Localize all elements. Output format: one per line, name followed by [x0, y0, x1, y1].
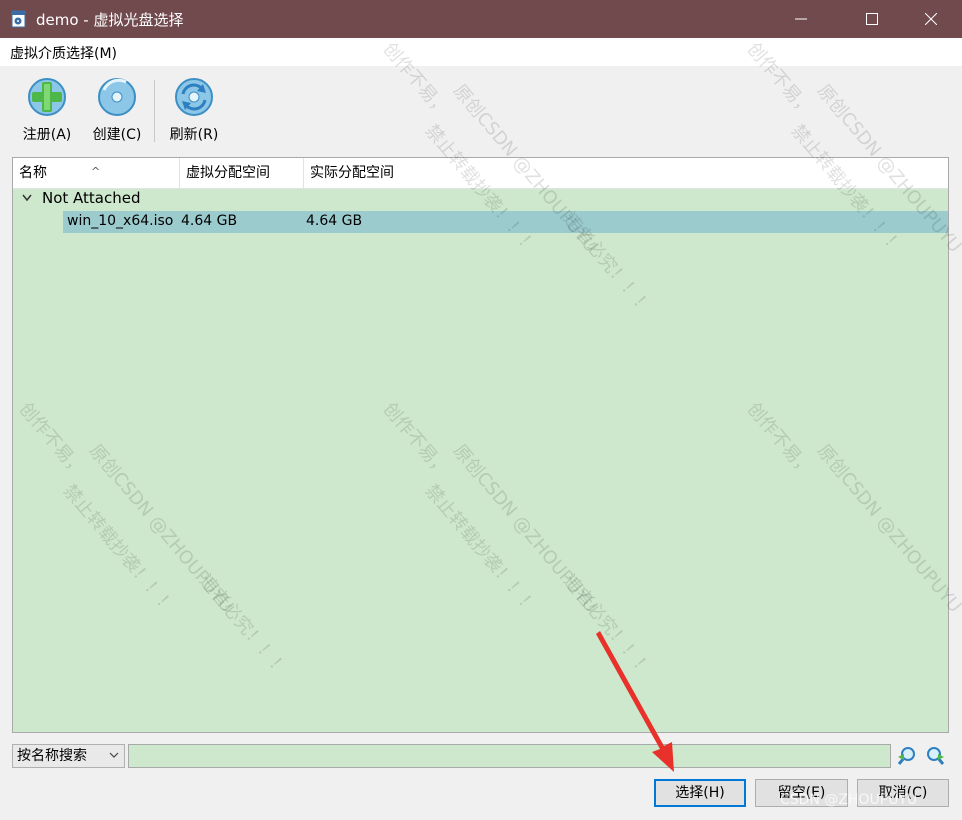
register-button[interactable]: 注册(A): [12, 76, 82, 144]
media-selector-window: demo - 虚拟光盘选择 虚拟介质选择(M) 注册(A) 创建(C) 刷新(R…: [0, 0, 962, 820]
close-icon: [925, 13, 937, 25]
sort-ascending-icon: ^: [91, 165, 101, 178]
cell-actual-size: 4.64 GB: [306, 213, 363, 229]
column-header-virtual-size[interactable]: 虚拟分配空间: [179, 158, 303, 188]
menu-bar: 虚拟介质选择(M): [0, 38, 962, 66]
search-input[interactable]: [128, 744, 891, 768]
search-next-icon[interactable]: [924, 745, 946, 767]
register-label: 注册(A): [22, 127, 72, 143]
app-icon: [11, 10, 26, 28]
column-header-name[interactable]: 名称 ^: [13, 158, 179, 188]
refresh-icon: [175, 78, 213, 116]
table-row[interactable]: win_10_x64.iso 4.64 GB 4.64 GB: [63, 211, 948, 233]
list-header: 名称 ^ 虚拟分配空间 实际分配空间: [13, 158, 948, 189]
menu-item-media-select[interactable]: 虚拟介质选择(M): [10, 43, 117, 63]
toolbar-separator: [154, 80, 155, 142]
refresh-label: 刷新(R): [169, 127, 219, 143]
title-bar[interactable]: demo - 虚拟光盘选择: [0, 0, 962, 38]
choose-button[interactable]: 选择(H): [654, 779, 746, 807]
cancel-button[interactable]: 取消(C): [857, 779, 949, 807]
group-row-not-attached[interactable]: Not Attached: [13, 188, 948, 210]
group-label: Not Attached: [42, 189, 141, 207]
close-button[interactable]: [908, 0, 954, 38]
search-bar: 按名称搜索: [12, 744, 949, 770]
cell-virtual-size: 4.64 GB: [181, 213, 238, 229]
create-disc-icon: [98, 78, 136, 116]
search-mode-select[interactable]: 按名称搜索: [12, 744, 125, 768]
window-title: demo - 虚拟光盘选择: [36, 11, 184, 29]
search-previous-icon[interactable]: [896, 745, 918, 767]
maximize-icon: [866, 13, 878, 25]
cell-name: win_10_x64.iso: [67, 213, 174, 229]
column-header-actual-size[interactable]: 实际分配空间: [303, 158, 948, 188]
leave-empty-button[interactable]: 留空(E): [755, 779, 848, 807]
refresh-button[interactable]: 刷新(R): [159, 76, 229, 144]
minimize-button[interactable]: [778, 0, 824, 38]
toolbar: 注册(A) 创建(C) 刷新(R): [0, 66, 962, 156]
media-list[interactable]: 名称 ^ 虚拟分配空间 实际分配空间 Not Attached win_10_x…: [12, 157, 949, 733]
create-label: 创建(C): [92, 127, 142, 143]
add-disc-icon: [28, 78, 66, 116]
chevron-down-icon[interactable]: [21, 193, 33, 203]
create-button[interactable]: 创建(C): [82, 76, 152, 144]
minimize-icon: [795, 18, 807, 20]
maximize-button[interactable]: [849, 0, 895, 38]
chevron-down-icon: [109, 752, 119, 758]
